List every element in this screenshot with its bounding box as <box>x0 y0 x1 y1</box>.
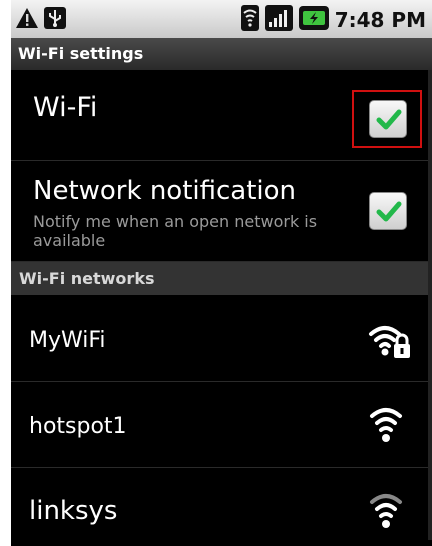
network-item[interactable]: MyWiFi <box>11 296 432 382</box>
checkmark-icon <box>376 201 402 222</box>
status-bar: 7:48 PM <box>11 0 432 38</box>
wifi-checkbox[interactable] <box>369 100 407 138</box>
settings-screen: 7:48 PM Wi-Fi settings Wi-Fi Network not… <box>11 0 432 546</box>
usb-icon <box>43 6 67 34</box>
network-item[interactable]: linksys <box>11 468 432 546</box>
title-bar: Wi-Fi settings <box>11 38 432 70</box>
section-header-label: Wi-Fi networks <box>19 269 155 288</box>
network-name: linksys <box>29 496 118 526</box>
battery-charging-icon <box>298 6 329 34</box>
page-title: Wi-Fi settings <box>18 44 144 63</box>
wifi-status-icon <box>240 5 259 35</box>
network-item[interactable]: hotspot1 <box>11 382 432 468</box>
wifi-icon <box>368 488 404 536</box>
status-time: 7:48 PM <box>334 8 426 32</box>
warning-icon <box>15 7 39 33</box>
wifi-toggle-label: Wi-Fi <box>33 92 98 123</box>
checkmark-icon <box>376 109 402 130</box>
network-notification-label: Network notification <box>33 176 297 206</box>
signal-icon <box>264 5 293 35</box>
network-name: hotspot1 <box>29 414 127 439</box>
scrollbar[interactable] <box>428 70 432 540</box>
wifi-networks-header: Wi-Fi networks <box>11 262 432 295</box>
network-name: MyWiFi <box>29 328 106 353</box>
network-notification-checkbox[interactable] <box>369 192 407 230</box>
wifi-lock-icon <box>367 320 411 366</box>
network-notification-summary: Notify me when an open network is availa… <box>33 212 318 250</box>
wifi-icon <box>368 402 404 450</box>
